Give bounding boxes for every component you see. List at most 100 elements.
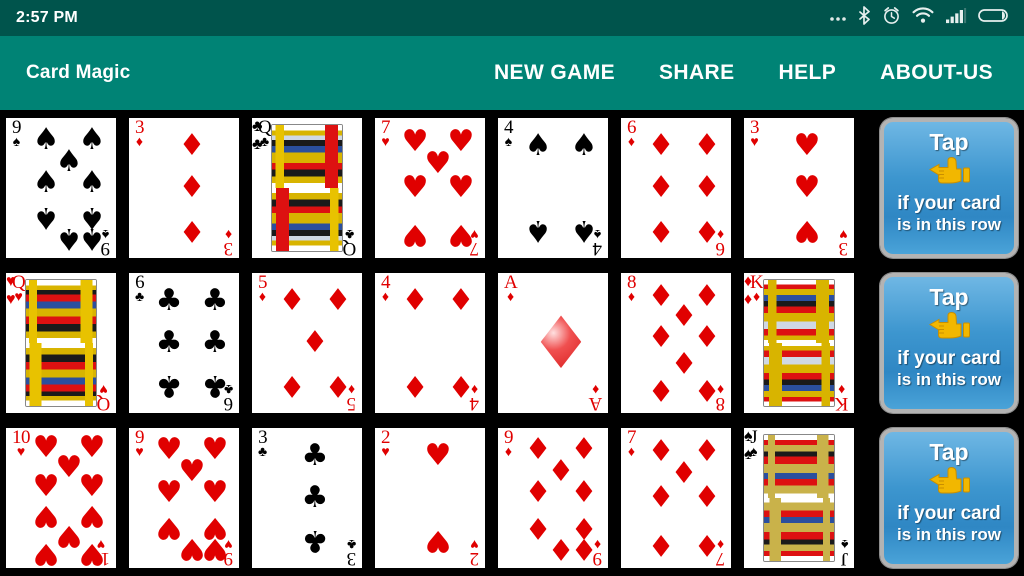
- card-corner-top-left: 3 ♣: [258, 428, 268, 459]
- card-suit-icon: ♣: [344, 227, 354, 244]
- card-row-3: 10 ♥ 10 ♥ ♥ ♥ ♥ ♥ ♥ ♥ ♥ ♥ ♥ ♥ 9 ♥ 9 ♥ ♥ ♥ ♥ ♥ ♥ ♥ ♥ ♥ ♥ 3 ♣ 3 ♣ ♣ ♣ ♣ 2 ♥ 2 ♥…: [0, 428, 1024, 568]
- playing-card[interactable]: 7 ♦ 7 ♦ ♦ ♦ ♦ ♦ ♦ ♦ ♦: [621, 428, 731, 568]
- card-suit-icon: ♥: [201, 432, 229, 468]
- menu-new-game[interactable]: NEW GAME: [481, 55, 628, 91]
- card-corner-top-left: J ♠: [750, 428, 758, 458]
- card-suit-icon: ♠: [570, 127, 598, 163]
- playing-card[interactable]: Q ♣ Q ♣ ♣ ♣: [252, 118, 362, 258]
- tap-button-row-1[interactable]: Tap if your card is in this row: [880, 118, 1018, 258]
- playing-card[interactable]: 2 ♥ 2 ♥ ♥ ♥: [375, 428, 485, 568]
- card-suit-icon: ♦: [401, 282, 429, 318]
- card-suit-icon: ♣: [258, 442, 268, 459]
- card-corner-top-left: 6 ♦: [627, 118, 637, 148]
- card-suit-icon: ♣: [201, 368, 229, 404]
- menu-share[interactable]: SHARE: [646, 55, 748, 91]
- card-row-2: Q ♥ Q ♥ ♥ ♥ 6 ♣ 6 ♣ ♣ ♣ ♣ ♣ ♣ ♣ 5 ♦ 5 ♦ ♦ ♦ ♦ ♦ ♦ 4 ♦ 4 ♦ ♦ ♦ ♦ ♦ A ♦ A ♦ ♦ 8 ♦…: [0, 273, 1024, 413]
- card-suit-icon: ♣: [301, 480, 329, 515]
- app-screen: 2:57 PM Card Magic NEW GAME SHARE HELP A…: [0, 0, 1024, 576]
- card-corner-top-left: 9 ♥: [135, 428, 145, 459]
- playing-card[interactable]: A ♦ A ♦ ♦: [498, 273, 608, 413]
- card-suit-icon: ♠: [78, 221, 106, 257]
- card-suit-icon: ♦: [647, 372, 675, 408]
- playing-card[interactable]: 3 ♣ 3 ♣ ♣ ♣ ♣: [252, 428, 362, 568]
- playing-card[interactable]: 10 ♥ 10 ♥ ♥ ♥ ♥ ♥ ♥ ♥ ♥ ♥ ♥ ♥: [6, 428, 116, 568]
- playing-card[interactable]: 8 ♦ 8 ♦ ♦ ♦ ♦ ♦ ♦ ♦ ♦ ♦: [621, 273, 731, 413]
- card-corner-bottom-right: J ♠: [841, 537, 848, 568]
- face-half-top: [26, 280, 96, 343]
- card-corner-top-left: 4 ♠: [504, 118, 514, 148]
- card-pip-layout: ♦ ♦ ♦: [151, 122, 233, 254]
- tap-button-column: Tap if your card is in this row Tap if y…: [874, 110, 1024, 576]
- card-pip-layout: ♥ ♥ ♥ ♥ ♥ ♥ ♥: [397, 122, 479, 254]
- playing-card[interactable]: 4 ♠ 4 ♠ ♠ ♠ ♠ ♠: [498, 118, 608, 258]
- card-suit-icon: ♦: [647, 480, 675, 515]
- card-suit-icon: ♦: [504, 442, 513, 459]
- card-suit-icon: ♦: [447, 368, 475, 404]
- card-suit-icon: ♠: [12, 132, 21, 149]
- card-suit-icon: ♦: [135, 132, 144, 149]
- card-corner-top-left: K ♦: [750, 273, 764, 303]
- face-half-top: [764, 280, 834, 343]
- menu-about-us[interactable]: ABOUT-US: [867, 55, 1006, 91]
- card-suit-icon: ♥: [793, 127, 821, 163]
- card-pip-layout: ♦ ♦ ♦ ♦ ♦ ♦ ♦ ♦ ♦: [520, 432, 602, 566]
- card-suit-icon: ♥: [793, 213, 821, 249]
- card-suit-icon: ♦: [401, 368, 429, 404]
- card-corner-top-left: 7 ♥: [381, 118, 391, 148]
- alarm-icon: [882, 6, 901, 30]
- card-suit-icon: ♦: [647, 213, 675, 249]
- tap-label-primary: Tap: [929, 129, 969, 155]
- tap-button-row-2[interactable]: Tap if your card is in this row: [880, 273, 1018, 413]
- card-suit-icon: ♠: [570, 213, 598, 249]
- tap-button-row-3[interactable]: Tap if your card is in this row: [880, 428, 1018, 568]
- card-suit-icon: ♦: [178, 127, 206, 163]
- menu-help[interactable]: HELP: [766, 55, 850, 91]
- playing-card[interactable]: 6 ♦ 6 ♦ ♦ ♦ ♦ ♦ ♦ ♦: [621, 118, 731, 258]
- card-suit-icon: ♦: [570, 432, 598, 468]
- playing-card[interactable]: 9 ♥ 9 ♥ ♥ ♥ ♥ ♥ ♥ ♥ ♥ ♥ ♥: [129, 428, 239, 568]
- card-face-illustration: [271, 124, 343, 252]
- playing-card[interactable]: 9 ♦ 9 ♦ ♦ ♦ ♦ ♦ ♦ ♦ ♦ ♦ ♦: [498, 428, 608, 568]
- playing-card[interactable]: 7 ♥ 7 ♥ ♥ ♥ ♥ ♥ ♥ ♥ ♥: [375, 118, 485, 258]
- card-suit-icon: ♦: [324, 368, 352, 404]
- card-pip-layout: ♣ ♣ ♣: [274, 432, 356, 564]
- card-suit-icon: ♥: [401, 170, 429, 205]
- card-suit-icon: ♦: [570, 474, 598, 510]
- wifi-icon: [912, 7, 934, 29]
- card-face-illustration: [763, 434, 835, 562]
- card-suit-icon: ♥: [135, 442, 144, 459]
- playing-card[interactable]: 9 ♠ 9 ♠ ♠ ♠ ♠ ♠ ♠ ♠ ♠ ♠ ♠: [6, 118, 116, 258]
- playing-card[interactable]: 3 ♥ 3 ♥ ♥ ♥ ♥: [744, 118, 854, 258]
- card-suit-icon: ♦: [693, 319, 721, 355]
- card-corner-bottom-right: Q ♣: [343, 227, 356, 258]
- card-suit-icon: ♥: [78, 536, 106, 568]
- card-suit-icon: ♦: [507, 287, 515, 304]
- status-bar: 2:57 PM: [0, 0, 1024, 36]
- tap-label-secondary: if your card: [897, 348, 1001, 370]
- card-suit-icon: ♦: [178, 170, 206, 205]
- playing-card[interactable]: 6 ♣ 6 ♣ ♣ ♣ ♣ ♣ ♣ ♣: [129, 273, 239, 413]
- card-suit-icon: ♥: [78, 429, 106, 465]
- card-suit-icon: ♦: [524, 474, 552, 510]
- card-suit-icon: ♦: [301, 325, 329, 360]
- playing-card[interactable]: 5 ♦ 5 ♦ ♦ ♦ ♦ ♦ ♦: [252, 273, 362, 413]
- card-suit-icon: ♥: [447, 217, 475, 253]
- card-suit-icon: ♦: [693, 433, 721, 469]
- tap-label-tertiary: is in this row: [897, 370, 1001, 390]
- card-suit-icon: ♣: [301, 523, 329, 559]
- card-suit-icon: ♥: [793, 170, 821, 205]
- card-pip-layout: ♦ ♦ ♦ ♦ ♦: [274, 277, 356, 409]
- playing-card[interactable]: 4 ♦ 4 ♦ ♦ ♦ ♦ ♦: [375, 273, 485, 413]
- status-clock: 2:57 PM: [16, 9, 78, 26]
- card-pip-layout: ♥ ♥ ♥ ♥ ♥ ♥ ♥ ♥ ♥ ♥: [28, 429, 110, 568]
- card-corner-top-left: 9 ♦: [504, 428, 514, 459]
- playing-card[interactable]: J ♠ J ♠ ♠ ♠: [744, 428, 854, 568]
- playing-card[interactable]: 3 ♦ 3 ♦ ♦ ♦ ♦: [129, 118, 239, 258]
- card-suit-icon: ♥: [16, 442, 26, 459]
- card-suit-icon: ♦: [693, 527, 721, 563]
- card-suit-icon: ♥: [155, 474, 183, 510]
- playing-card[interactable]: K ♦ K ♦ ♦ ♦: [744, 273, 854, 413]
- playing-card[interactable]: Q ♥ Q ♥ ♥ ♥: [6, 273, 116, 413]
- card-pip-layout: ♠ ♠ ♠ ♠ ♠ ♠ ♠ ♠ ♠: [28, 122, 110, 257]
- card-corner-top-left: 3 ♥: [750, 118, 760, 148]
